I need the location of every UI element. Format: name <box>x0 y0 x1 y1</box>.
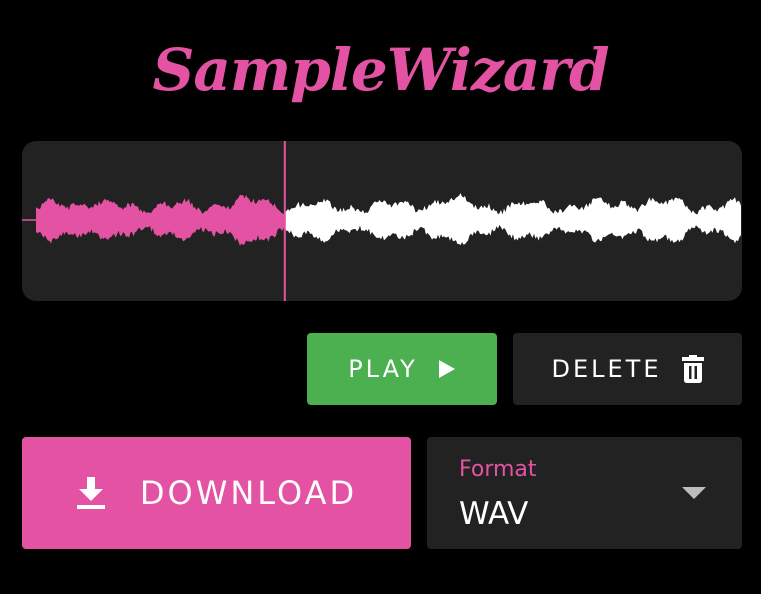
download-button-label: DOWNLOAD <box>139 474 358 512</box>
play-button[interactable]: PLAY <box>307 333 497 405</box>
dropdown-arrow-icon[interactable] <box>682 487 706 499</box>
waveform[interactable] <box>22 141 742 301</box>
waveform-panel[interactable] <box>22 141 742 301</box>
delete-button[interactable]: DELETE <box>513 333 742 405</box>
play-triangle-icon <box>438 359 456 379</box>
format-select[interactable]: Format WAV <box>427 437 742 549</box>
download-button[interactable]: DOWNLOAD <box>22 437 411 549</box>
trash-icon <box>681 355 704 383</box>
play-button-label: PLAY <box>348 355 418 383</box>
format-select-value[interactable]: WAV <box>459 495 528 533</box>
download-arrow-icon <box>76 477 106 509</box>
app-title: SampleWizard <box>152 36 609 104</box>
delete-button-label: DELETE <box>551 355 662 383</box>
format-select-label: Format <box>459 457 537 482</box>
